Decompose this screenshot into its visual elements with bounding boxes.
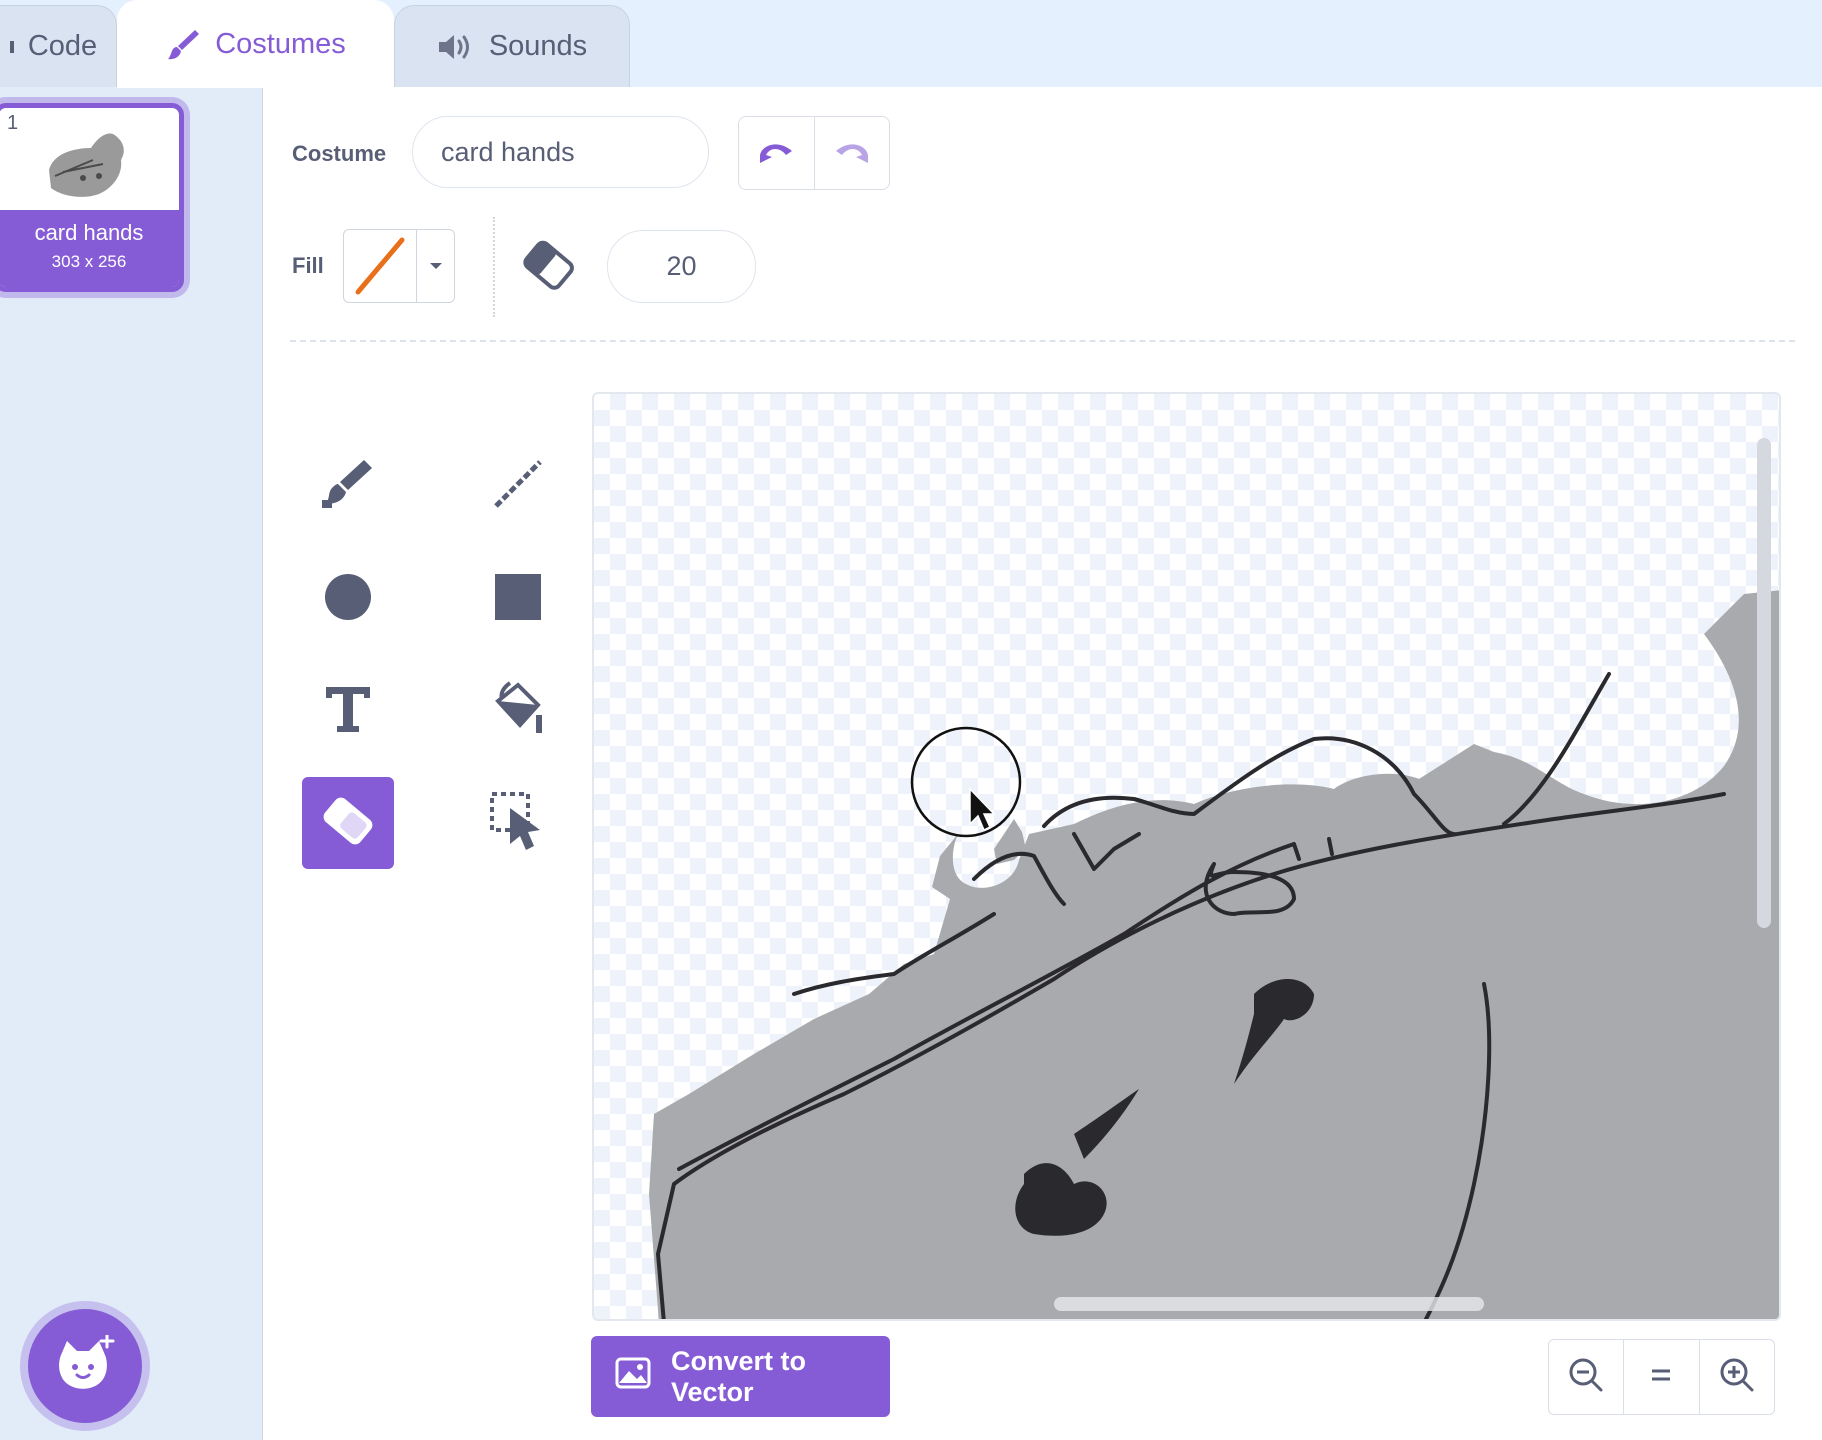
editor-tab-bar: Code Costumes Sounds (0, 0, 1822, 88)
circle-tool[interactable] (302, 553, 394, 645)
code-icon (9, 40, 14, 53)
brush-icon (318, 456, 378, 517)
brush-tool[interactable] (302, 440, 394, 532)
costume-number: 1 (7, 112, 19, 134)
convert-to-vector-button[interactable]: Convert to Vector (591, 1336, 890, 1417)
text-tool[interactable] (302, 665, 394, 757)
eraser-tool[interactable] (302, 777, 394, 869)
costume-name-label: Costume (292, 141, 387, 166)
rectangle-tool[interactable] (472, 553, 564, 645)
line-icon (490, 456, 546, 517)
fill-label: Fill (292, 253, 324, 278)
paint-editor: Costume Fill (263, 87, 1822, 1440)
select-icon (488, 790, 548, 857)
zoom-controls (1548, 1339, 1775, 1415)
tab-code[interactable]: Code (0, 5, 117, 87)
fill-color-picker[interactable] (343, 229, 455, 303)
canvas-horizontal-scrollbar[interactable] (1054, 1297, 1484, 1311)
convert-to-vector-label: Convert to Vector (671, 1345, 806, 1407)
costume-tile-size: 303 x 256 (51, 252, 127, 271)
eraser-cursor-ring (910, 726, 1022, 838)
costume-name-input[interactable] (412, 116, 709, 188)
rectangle-icon (494, 573, 542, 626)
image-icon (615, 1357, 651, 1396)
costume-list: 1 card hands 303 x 256 (0, 87, 263, 1440)
paint-canvas[interactable] (592, 392, 1781, 1321)
mouse-cursor-icon (969, 787, 996, 832)
paint-bucket-icon (488, 679, 548, 744)
undo-redo-group (738, 116, 890, 190)
tab-code-label: Code (27, 30, 98, 62)
paintbrush-icon (165, 27, 201, 63)
redo-icon (832, 137, 872, 170)
redo-button[interactable] (813, 117, 890, 189)
eraser-size-icon (517, 236, 579, 301)
costume-tile-footer: card hands 303 x 256 (0, 210, 179, 287)
undo-button[interactable] (739, 117, 814, 189)
costume-tile-name: card hands (34, 220, 144, 245)
circle-icon (323, 572, 373, 627)
tab-costumes-label: Costumes (215, 28, 346, 60)
add-costume-button[interactable] (28, 1309, 142, 1423)
zoom-in-icon (1719, 1357, 1755, 1398)
text-icon (323, 684, 373, 739)
costume-thumbnail (43, 126, 129, 209)
costume-drawing (649, 590, 1779, 1319)
brush-size-input[interactable] (607, 230, 756, 303)
eraser-icon (318, 791, 378, 856)
zoom-out-icon (1568, 1357, 1604, 1398)
equals-icon (1649, 1366, 1673, 1389)
select-tool[interactable] (472, 777, 564, 869)
fill-color-swatch (344, 230, 417, 302)
zoom-in-button[interactable] (1698, 1340, 1774, 1414)
zoom-out-button[interactable] (1549, 1340, 1623, 1414)
tab-costumes[interactable]: Costumes (117, 0, 394, 88)
line-tool[interactable] (472, 440, 564, 532)
fill-tool[interactable] (472, 665, 564, 757)
add-sprite-cat-icon (53, 1333, 117, 1398)
chevron-down-icon (417, 230, 454, 302)
toolbar-divider (493, 217, 495, 317)
undo-icon (756, 137, 796, 170)
tab-sounds-label: Sounds (488, 30, 588, 62)
costume-tile[interactable]: 1 card hands 303 x 256 (0, 103, 184, 292)
tab-sounds[interactable]: Sounds (394, 5, 630, 87)
canvas-vertical-scrollbar[interactable] (1757, 438, 1771, 928)
zoom-reset-button[interactable] (1623, 1340, 1698, 1414)
toolbar-separator (290, 340, 1795, 342)
speaker-icon (437, 31, 475, 63)
